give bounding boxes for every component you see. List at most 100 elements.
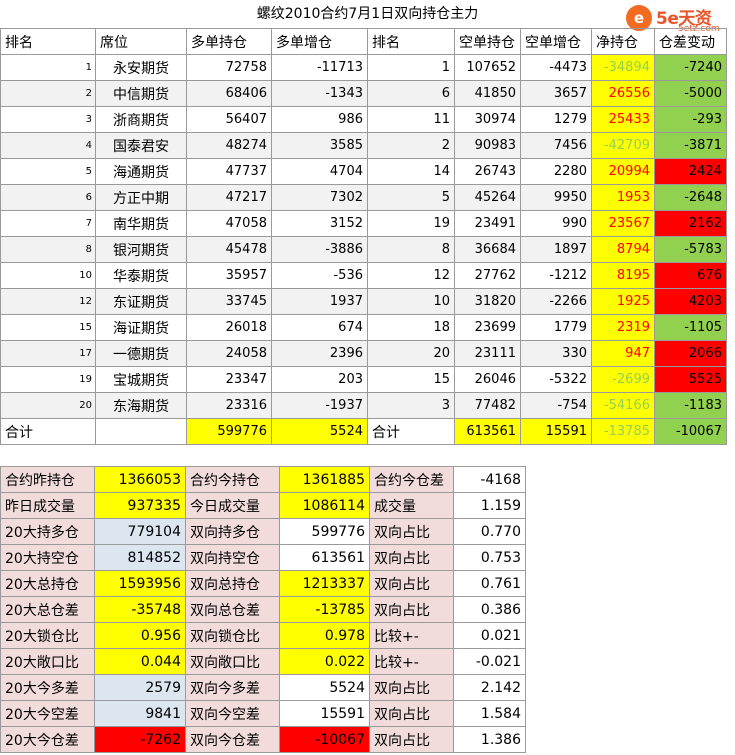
seat-name-cell: 永安期货 [95,54,187,81]
short-rank-cell: 5 [367,184,455,211]
summary-value: -10067 [279,726,370,753]
position-diff-cell: 2066 [654,340,727,367]
summary-value: 1593956 [94,570,186,597]
position-diff-cell: -2648 [654,184,727,211]
short-position-cell: 90983 [454,132,521,159]
summary-ratio: 0.753 [453,544,526,571]
long-change-cell: -3886 [271,236,368,263]
total-label: 合计 [0,418,96,445]
summary-label: 双向今多差 [185,674,280,701]
position-diff-cell: -5000 [654,80,727,107]
seat-name-cell: 浙商期货 [95,106,187,133]
summary-value: -35748 [94,596,186,623]
summary-label: 双向占比 [369,700,454,727]
short-rank-cell: 12 [367,262,455,289]
position-diff-cell: -293 [654,106,727,133]
long-rank-cell: 20 [0,392,96,419]
seat-name-cell: 东海期货 [95,392,187,419]
short-change-cell: -5322 [520,366,592,393]
summary-value: -7262 [94,726,186,753]
column-header: 仓差变动 [654,28,727,55]
short-position-cell: 30974 [454,106,521,133]
summary-label: 比较+- [369,622,454,649]
short-position-cell: 27762 [454,262,521,289]
long-rank-cell: 2 [0,80,96,107]
table-row: 19 宝城期货 23347 203 15 26046 -5322 -2699 5525 [0,366,727,393]
column-header: 席位 [95,28,187,55]
summary-row: 20大今仓差 -7262 双向今仓差 -10067 双向占比 1.386 [0,726,526,753]
short-rank-cell: 11 [367,106,455,133]
long-position-cell: 24058 [186,340,272,367]
summary-value: 15591 [279,700,370,727]
long-change-cell: 2396 [271,340,368,367]
summary-label: 双向持多仓 [185,518,280,545]
total-short-label: 合计 [367,418,455,445]
summary-label: 双向占比 [369,518,454,545]
summary-label: 双向占比 [369,596,454,623]
long-change-cell: 3585 [271,132,368,159]
summary-label: 成交量 [369,492,454,519]
summary-label: 双向今空差 [185,700,280,727]
long-position-cell: 47058 [186,210,272,237]
long-position-cell: 45478 [186,236,272,263]
long-change-cell: 986 [271,106,368,133]
column-header: 排名 [0,28,96,55]
net-position-cell: 2319 [591,314,655,341]
summary-label: 双向今仓差 [185,726,280,753]
summary-value: 1213337 [279,570,370,597]
column-header: 排名 [367,28,455,55]
summary-label: 20大今仓差 [0,726,95,753]
net-position-cell: 25433 [591,106,655,133]
summary-row: 20大持空仓 814852 双向持空仓 613561 双向占比 0.753 [0,544,526,571]
net-position-cell: 1925 [591,288,655,315]
long-rank-cell: 6 [0,184,96,211]
summary-value: 599776 [279,518,370,545]
summary-row: 20大持多仓 779104 双向持多仓 599776 双向占比 0.770 [0,518,526,545]
column-header: 多单持仓 [186,28,272,55]
short-position-cell: 23491 [454,210,521,237]
summary-value: 9841 [94,700,186,727]
short-change-cell: -1212 [520,262,592,289]
long-change-cell: 203 [271,366,368,393]
long-change-cell: -1343 [271,80,368,107]
summary-value: -13785 [279,596,370,623]
summary-value: 0.978 [279,622,370,649]
summary-label: 双向总持仓 [185,570,280,597]
table-row: 17 一德期货 24058 2396 20 23111 330 947 2066 [0,340,727,367]
net-position-cell: 8195 [591,262,655,289]
long-position-cell: 26018 [186,314,272,341]
short-rank-cell: 3 [367,392,455,419]
short-position-cell: 45264 [454,184,521,211]
summary-value: 2579 [94,674,186,701]
table-row: 20 东海期货 23316 -1937 3 77482 -754 -54166 -1183 [0,392,727,419]
summary-value: 1361885 [279,466,370,493]
summary-ratio: 1.386 [453,726,526,753]
short-position-cell: 23111 [454,340,521,367]
long-change-cell: -1937 [271,392,368,419]
total-row: 合计 599776 5524 合计 613561 15591 -13785 -10067 [0,418,727,445]
short-rank-cell: 8 [367,236,455,263]
table-row: 12 东证期货 33745 1937 10 31820 -2266 1925 4203 [0,288,727,315]
summary-value: 0.956 [94,622,186,649]
seat-name-cell: 海证期货 [95,314,187,341]
short-change-cell: 330 [520,340,592,367]
table-row: 1 永安期货 72758 -11713 1 107652 -4473 -34894 -7240 [0,54,727,81]
net-position-cell: -54166 [591,392,655,419]
long-change-cell: 7302 [271,184,368,211]
summary-ratio: -4168 [453,466,526,493]
summary-label: 20大锁仓比 [0,622,95,649]
net-position-cell: -42709 [591,132,655,159]
summary-value: 0.044 [94,648,186,675]
summary-ratio: 1.159 [453,492,526,519]
long-change-cell: 674 [271,314,368,341]
long-rank-cell: 10 [0,262,96,289]
long-rank-cell: 12 [0,288,96,315]
long-position-cell: 33745 [186,288,272,315]
long-rank-cell: 19 [0,366,96,393]
position-diff-cell: -3871 [654,132,727,159]
long-position-cell: 48274 [186,132,272,159]
short-rank-cell: 2 [367,132,455,159]
short-change-cell: -754 [520,392,592,419]
seat-name-cell: 东证期货 [95,288,187,315]
net-position-cell: 20994 [591,158,655,185]
